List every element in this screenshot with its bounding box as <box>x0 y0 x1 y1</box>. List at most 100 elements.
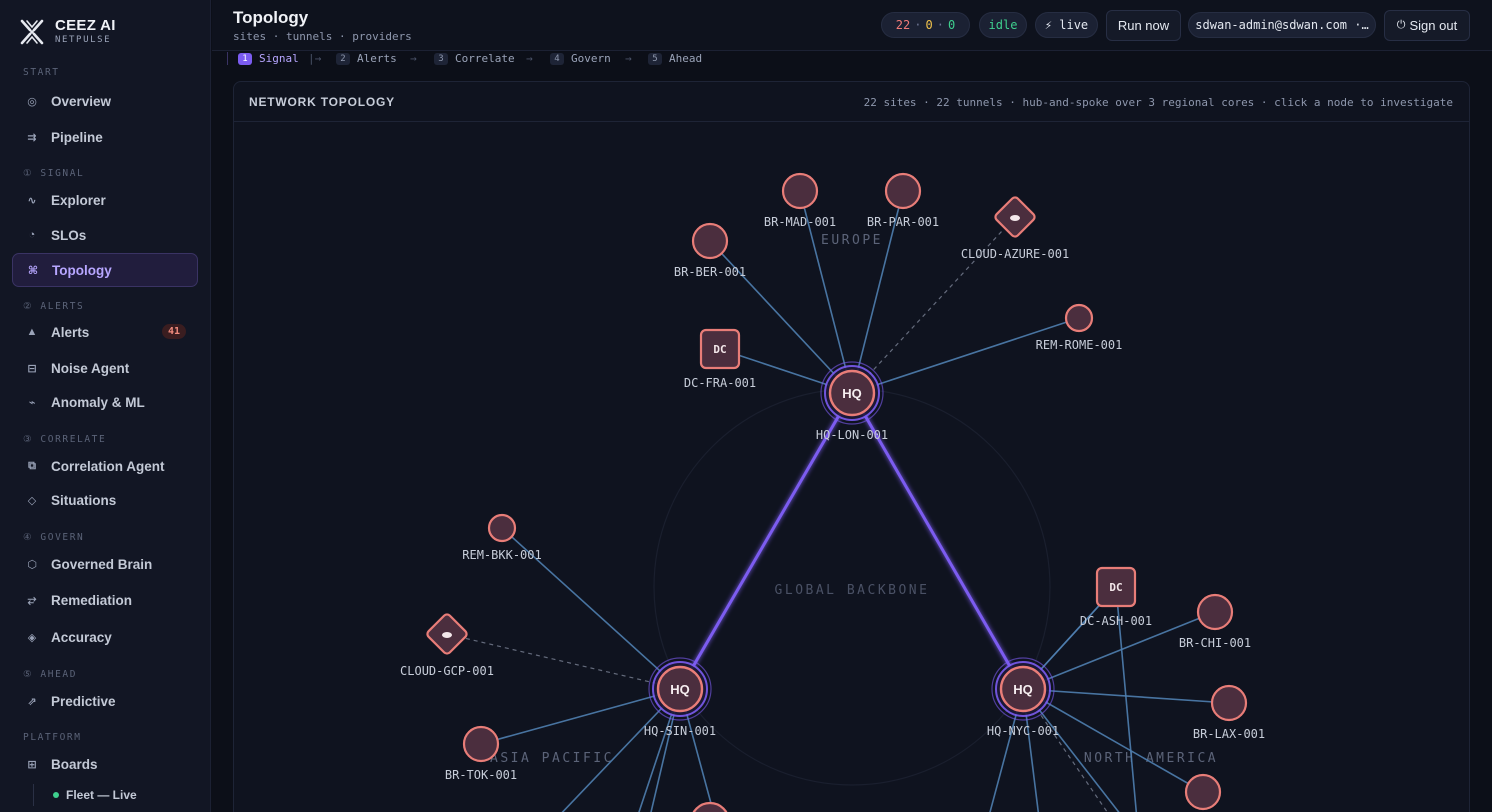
sidebar-item-accuracy[interactable]: ◈ Accuracy <box>12 620 198 654</box>
step-number: 1 <box>238 52 252 65</box>
run-now-button[interactable]: Run now <box>1106 10 1181 41</box>
user-menu[interactable]: sdwan-admin@sdwan.com ·… <box>1188 12 1376 38</box>
node-label: BR-CHI-001 <box>1179 636 1251 650</box>
sidebar-item-label: Overview <box>51 93 112 109</box>
topology-graph: EUROPE GLOBAL BACKBONE ASIA PACIFIC NORTH A… <box>400 172 1265 812</box>
node-label: HQ-NYC-001 <box>987 724 1059 738</box>
branch-icon[interactable] <box>1184 773 1222 811</box>
sidebar-item-slos[interactable]: ◔ SLOs <box>12 218 198 252</box>
step-govern[interactable]: 4 Govern <box>550 51 611 66</box>
sidebar-item-boards[interactable]: ⊞ Boards <box>12 747 198 781</box>
alerts-count-badge: 41 <box>161 324 186 339</box>
branch-icon <box>884 172 922 210</box>
site-node-br-ber-001[interactable]: BR-BER-001 <box>674 222 746 279</box>
situations-icon: ◇ <box>27 494 37 507</box>
sidebar-item-topology[interactable]: ⌘ Topology <box>12 253 198 287</box>
node-label: REM-BKK-001 <box>462 548 541 562</box>
sidebar-item-label: Explorer <box>51 192 106 208</box>
correlation-icon: ⧉ <box>28 459 36 472</box>
step-label: Signal <box>259 52 299 65</box>
sidebar-item-label: Anomaly & ML <box>51 394 145 410</box>
step-signal[interactable]: 1 Signal <box>238 51 299 66</box>
explorer-icon: ∿ <box>27 194 37 207</box>
step-arrow-icon: → <box>410 52 417 65</box>
sidebar-item-explorer[interactable]: ∿ Explorer <box>12 183 198 217</box>
step-number: 2 <box>336 52 350 65</box>
section-signal: ① SIGNAL <box>23 168 85 179</box>
critical-count: 22 <box>895 18 911 32</box>
hub-node-hq-nyc-001[interactable]: HQ HQ-NYC-001 <box>987 657 1059 738</box>
node-label: DC-FRA-001 <box>684 376 756 390</box>
sidebar-item-anomaly-ml[interactable]: ⌁ Anomaly & ML <box>12 385 198 419</box>
brand[interactable]: CEEZ AI NETPULSE <box>19 18 116 46</box>
topology-icon: ⌘ <box>27 264 39 277</box>
branch-icon <box>1196 593 1234 631</box>
node-badge: HQ <box>842 386 862 401</box>
step-arrow-icon: |→ <box>308 52 322 65</box>
site-node-br-par-001[interactable]: BR-PAR-001 <box>867 172 939 229</box>
sidebar-item-label: Correlation Agent <box>51 458 165 474</box>
node-badge: DC <box>713 343 726 356</box>
sidebar-item-label: Governed Brain <box>51 556 153 572</box>
node-label: HQ-LON-001 <box>816 428 888 442</box>
node-label: BR-BER-001 <box>674 265 746 279</box>
step-alerts[interactable]: 2 Alerts <box>336 51 397 66</box>
branch-icon <box>691 222 729 260</box>
sidebar-item-situations[interactable]: ◇ Situations <box>12 483 198 517</box>
site-node-br-mad-001[interactable]: BR-MAD-001 <box>764 172 836 229</box>
sidebar-item-governed-brain[interactable]: ⬡ Governed Brain <box>12 547 198 581</box>
sidebar-item-correlation-agent[interactable]: ⧉ Correlation Agent <box>12 449 198 483</box>
overview-icon: ◎ <box>27 95 37 108</box>
anomaly-icon: ⌁ <box>28 396 36 409</box>
remote-site-icon <box>487 513 517 543</box>
health-counts-pill[interactable]: 22 · 0 · 0 <box>881 12 970 38</box>
status-pill: idle <box>979 12 1027 38</box>
live-status-dot-icon <box>53 792 59 798</box>
section-platform: PLATFORM <box>23 732 82 743</box>
sidebar-item-label: Predictive <box>51 693 116 709</box>
brand-subtitle: NETPULSE <box>55 35 112 45</box>
sidebar-item-overview[interactable]: ◎ Overview <box>12 84 198 118</box>
step-arrow-icon: → <box>526 52 533 65</box>
sidebar-item-pipeline[interactable]: ⇉ Pipeline <box>12 120 198 154</box>
tunnel-edge[interactable] <box>446 633 681 690</box>
branch-icon[interactable] <box>691 801 729 812</box>
node-badge: HQ <box>1013 682 1033 697</box>
page-subtitle: sites · tunnels · providers <box>233 30 412 43</box>
sidebar-item-alerts[interactable]: ▲ Alerts 41 <box>12 315 198 349</box>
sidebar-item-predictive[interactable]: ⇗ Predictive <box>12 684 198 718</box>
step-label: Ahead <box>669 52 703 65</box>
count-separator: · <box>936 18 944 32</box>
section-ahead: ⑤ AHEAD <box>23 669 78 680</box>
site-node-cloud-gcp-001[interactable]: CLOUD-GCP-001 <box>400 613 494 678</box>
sidebar-subitem-fleet-live[interactable]: Fleet — Live <box>33 784 137 806</box>
sign-out-label: Sign out <box>1409 18 1458 33</box>
node-label: HQ-SIN-001 <box>644 724 716 738</box>
sign-out-button[interactable]: ⏻ Sign out <box>1384 10 1470 41</box>
sidebar-item-noise-agent[interactable]: ⊟ Noise Agent <box>12 351 198 385</box>
branch-icon <box>781 172 819 210</box>
site-node-br-lax-001[interactable]: BR-LAX-001 <box>1193 684 1265 741</box>
pipeline-icon: ⇉ <box>27 131 37 144</box>
region-label: ASIA PACIFIC <box>490 751 614 766</box>
sidebar-item-label: Remediation <box>51 592 133 608</box>
site-node-dc-ash-001[interactable]: DC DC-ASH-001 <box>1080 566 1152 628</box>
step-correlate[interactable]: 3 Correlate <box>434 51 515 66</box>
site-node-cloud-azure-001[interactable]: CLOUD-AZURE-001 <box>961 196 1069 261</box>
region-label: GLOBAL BACKBONE <box>775 583 930 598</box>
accuracy-icon: ◈ <box>27 631 37 644</box>
panel-meta: 22 sites · 22 tunnels · hub-and-spoke ov… <box>863 96 1453 109</box>
site-node-rem-bkk-001[interactable]: REM-BKK-001 <box>462 513 542 562</box>
site-node-dc-fra-001[interactable]: DC DC-FRA-001 <box>684 328 756 390</box>
ceez-logo-icon <box>20 19 44 45</box>
workflow-stepper: 1 Signal |→ 2 Alerts → 3 Correlate → 4 G… <box>212 51 1492 66</box>
hub-node-hq-lon-001[interactable]: HQ HQ-LON-001 <box>816 361 888 442</box>
live-toggle[interactable]: ⚡ live <box>1035 12 1098 38</box>
node-label: BR-TOK-001 <box>445 768 517 782</box>
hub-node-hq-sin-001[interactable]: HQ HQ-SIN-001 <box>644 657 716 738</box>
predictive-icon: ⇗ <box>27 695 37 708</box>
step-label: Correlate <box>455 52 515 65</box>
step-ahead[interactable]: 5 Ahead <box>648 51 702 66</box>
section-alerts: ② ALERTS <box>23 301 85 312</box>
sidebar-item-remediation[interactable]: ⥂ Remediation <box>12 583 198 617</box>
